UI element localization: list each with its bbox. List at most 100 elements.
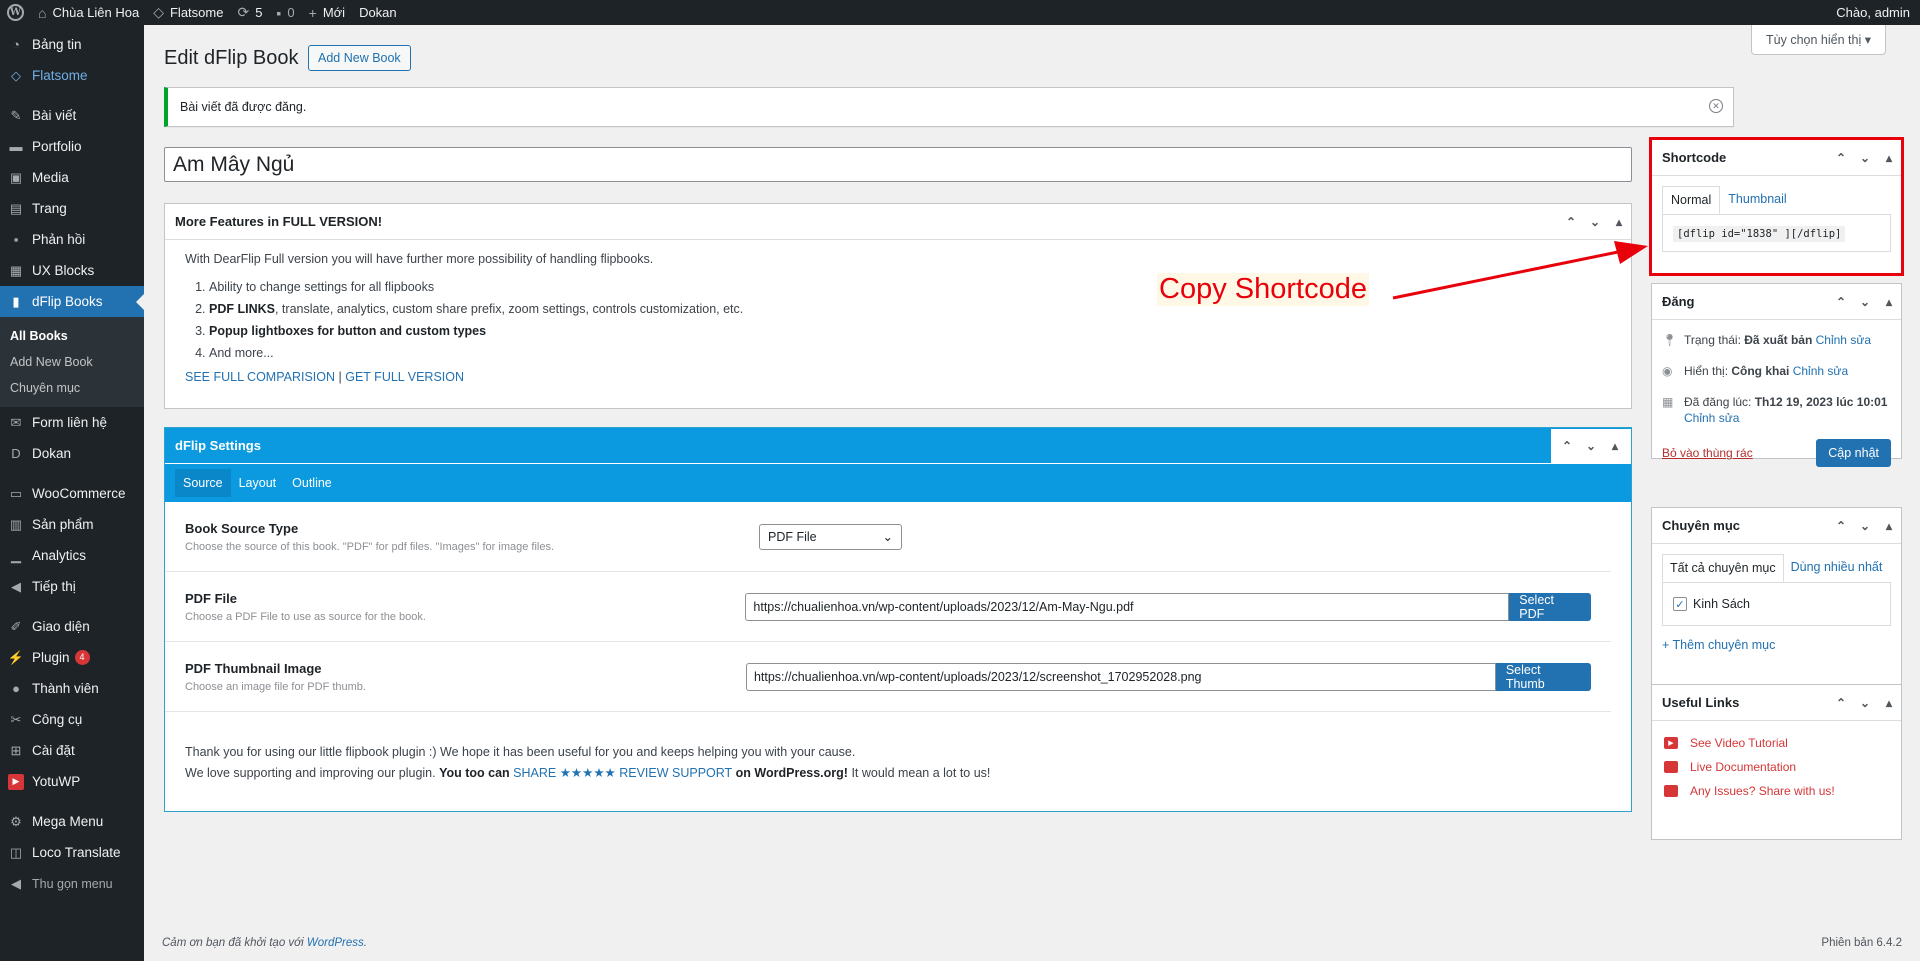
submenu-categories[interactable]: Chuyên mục xyxy=(0,375,144,401)
wordpress-logo-button[interactable]: W xyxy=(0,0,31,25)
book-source-type-select[interactable]: PDF File ⌄ xyxy=(759,523,902,550)
menu-users[interactable]: ● Thành viên xyxy=(0,673,144,704)
tab-normal[interactable]: Normal xyxy=(1662,186,1721,214)
get-full-version-link[interactable]: GET FULL VERSION xyxy=(345,370,464,384)
shortcode-text[interactable]: [dflip id="1838" ][/dflip] xyxy=(1673,226,1846,242)
toggle-panel-icon[interactable]: ▴ xyxy=(1603,439,1627,453)
menu-dflip-books[interactable]: ▮ dFlip Books xyxy=(0,286,144,317)
tab-all-categories[interactable]: Tất cả chuyên mục xyxy=(1662,554,1784,582)
select-thumb-button[interactable]: Select Thumb xyxy=(1495,662,1591,691)
chevron-up-icon[interactable]: ⌃ xyxy=(1829,519,1853,533)
toggle-panel-icon[interactable]: ▴ xyxy=(1877,696,1901,710)
menu-tools[interactable]: ✂ Công cụ xyxy=(0,704,144,735)
menu-contact-form[interactable]: ✉ Form liên hệ xyxy=(0,407,144,438)
my-account-link[interactable]: Chào, admin xyxy=(1829,0,1920,25)
share-review-link[interactable]: SHARE ★★★★★ REVIEW SUPPORT xyxy=(513,766,732,780)
submenu-all-books[interactable]: All Books xyxy=(0,323,144,349)
plugin-icon: ⚡ xyxy=(7,649,25,665)
chevron-down-icon[interactable]: ⌄ xyxy=(1853,295,1877,309)
menu-yotuwp[interactable]: ▶ YotuWP xyxy=(0,766,144,797)
menu-mega-menu[interactable]: ⚙ Mega Menu xyxy=(0,806,144,837)
site-name-link[interactable]: ⌂ Chùa Liên Hoa xyxy=(31,0,146,25)
menu-flatsome[interactable]: ◇ Flatsome xyxy=(0,60,144,91)
submenu-add-new-book[interactable]: Add New Book xyxy=(0,349,144,375)
update-button[interactable]: Cập nhật xyxy=(1816,439,1891,467)
chevron-up-icon[interactable]: ⌃ xyxy=(1829,696,1853,710)
toggle-panel-icon[interactable]: ▴ xyxy=(1877,295,1901,309)
menu-label: Tiếp thị xyxy=(32,579,76,594)
menu-label: Flatsome xyxy=(32,68,88,83)
menu-portfolio[interactable]: ▬ Portfolio xyxy=(0,131,144,162)
new-content-link[interactable]: + Mới xyxy=(302,0,352,25)
pdf-file-input[interactable]: https://chualienhoa.vn/wp-content/upload… xyxy=(745,592,1510,621)
collapse-icon: ◀ xyxy=(11,875,21,891)
tab-thumbnail[interactable]: Thumbnail xyxy=(1720,186,1794,214)
see-full-comparison-link[interactable]: SEE FULL COMPARISION xyxy=(185,370,335,384)
menu-comments[interactable]: ▪ Phản hồi xyxy=(0,224,144,255)
toggle-panel-icon[interactable]: ▴ xyxy=(1607,215,1631,229)
toggle-panel-icon[interactable]: ▴ xyxy=(1877,519,1901,533)
menu-posts[interactable]: ✎ Bài viết xyxy=(0,100,144,131)
toggle-panel-icon[interactable]: ▴ xyxy=(1877,151,1901,165)
wordpress-logo-icon: W xyxy=(7,4,24,21)
chevron-down-icon: ⌄ xyxy=(882,530,893,544)
chevron-down-icon[interactable]: ⌄ xyxy=(1853,696,1877,710)
chevron-up-icon[interactable]: ⌃ xyxy=(1559,215,1583,229)
box-handle-actions: ⌃ ⌄ ▴ xyxy=(1829,151,1901,165)
add-category-link[interactable]: + Thêm chuyên mục xyxy=(1662,638,1775,652)
menu-analytics[interactable]: ▁ Analytics xyxy=(0,540,144,571)
wordpress-link[interactable]: WordPress xyxy=(307,937,364,949)
dokan-link[interactable]: Dokan xyxy=(352,0,404,25)
features-intro: With DearFlip Full version you will have… xyxy=(185,252,654,266)
collapse-menu-button[interactable]: ◀ Thu gọn menu xyxy=(0,868,144,899)
menu-media[interactable]: ▣ Media xyxy=(0,162,144,193)
admin-sidebar: ◔ Bảng tin ◇ Flatsome ✎ Bài viết ▬ Portfolio… xyxy=(0,25,144,961)
comments-link[interactable]: ▪ 0 xyxy=(269,0,301,25)
chevron-up-icon[interactable]: ⌃ xyxy=(1829,295,1853,309)
chevron-down-icon[interactable]: ⌄ xyxy=(1853,151,1877,165)
chevron-down-icon[interactable]: ⌄ xyxy=(1853,519,1877,533)
menu-label: Plugin xyxy=(32,650,70,665)
live-documentation-link[interactable]: Live Documentation xyxy=(1690,760,1796,774)
menu-ux-blocks[interactable]: ▦ UX Blocks xyxy=(0,255,144,286)
menu-plugins[interactable]: ⚡ Plugin 4 xyxy=(0,642,144,673)
pdf-thumbnail-input[interactable]: https://chualienhoa.vn/wp-content/upload… xyxy=(745,662,1496,691)
add-new-book-button[interactable]: Add New Book xyxy=(308,45,411,71)
move-to-trash-link[interactable]: Bỏ vào thùng rác xyxy=(1662,446,1753,460)
list-item: Any Issues? Share with us! xyxy=(1664,779,1889,803)
box-handle-actions: ⌃ ⌄ ▴ xyxy=(1829,519,1901,533)
menu-dashboard[interactable]: ◔ Bảng tin xyxy=(0,29,144,60)
tab-outline[interactable]: Outline xyxy=(284,469,340,497)
post-title-input[interactable] xyxy=(164,147,1632,182)
menu-pages[interactable]: ▤ Trang xyxy=(0,193,144,224)
updates-link[interactable]: ⟳ 5 xyxy=(230,0,269,25)
screen-options-button[interactable]: Tùy chọn hiển thị ▾ xyxy=(1751,25,1886,55)
video-tutorial-link[interactable]: See Video Tutorial xyxy=(1690,736,1788,750)
success-notice: Bài viết đã được đăng. ✕ xyxy=(164,87,1734,127)
menu-label: Loco Translate xyxy=(32,845,121,860)
edit-status-link[interactable]: Chỉnh sửa xyxy=(1816,333,1871,347)
menu-loco-translate[interactable]: ◫ Loco Translate xyxy=(0,837,144,868)
edit-date-link[interactable]: Chỉnh sửa xyxy=(1684,411,1739,425)
menu-dokan[interactable]: D Dokan xyxy=(0,438,144,469)
dashboard-icon: ◔ xyxy=(12,37,20,52)
share-issues-link[interactable]: Any Issues? Share with us! xyxy=(1690,784,1835,798)
chevron-down-icon[interactable]: ⌄ xyxy=(1583,215,1607,229)
menu-marketing[interactable]: ◀ Tiếp thị xyxy=(0,571,144,602)
status-row: 📍︎ Trạng thái: Đã xuất bản Chỉnh sửa xyxy=(1662,328,1891,359)
menu-settings[interactable]: ⊞ Cài đặt xyxy=(0,735,144,766)
category-checkbox[interactable]: ✓ xyxy=(1673,597,1687,611)
tab-source[interactable]: Source xyxy=(175,469,231,497)
flatsome-menu[interactable]: ◇ Flatsome xyxy=(146,0,230,25)
tab-layout[interactable]: Layout xyxy=(231,469,285,497)
chevron-up-icon[interactable]: ⌃ xyxy=(1829,151,1853,165)
chevron-up-icon[interactable]: ⌃ xyxy=(1555,439,1579,453)
dismiss-icon[interactable]: ✕ xyxy=(1709,99,1723,113)
chevron-down-icon[interactable]: ⌄ xyxy=(1579,439,1603,453)
tab-most-used[interactable]: Dùng nhiều nhất xyxy=(1784,554,1890,582)
menu-products[interactable]: ▥ Sản phẩm xyxy=(0,509,144,540)
edit-visibility-link[interactable]: Chỉnh sửa xyxy=(1793,364,1848,378)
menu-woocommerce[interactable]: ▭ WooCommerce xyxy=(0,478,144,509)
menu-appearance[interactable]: ✐ Giao diện xyxy=(0,611,144,642)
select-pdf-button[interactable]: Select PDF xyxy=(1509,592,1591,621)
